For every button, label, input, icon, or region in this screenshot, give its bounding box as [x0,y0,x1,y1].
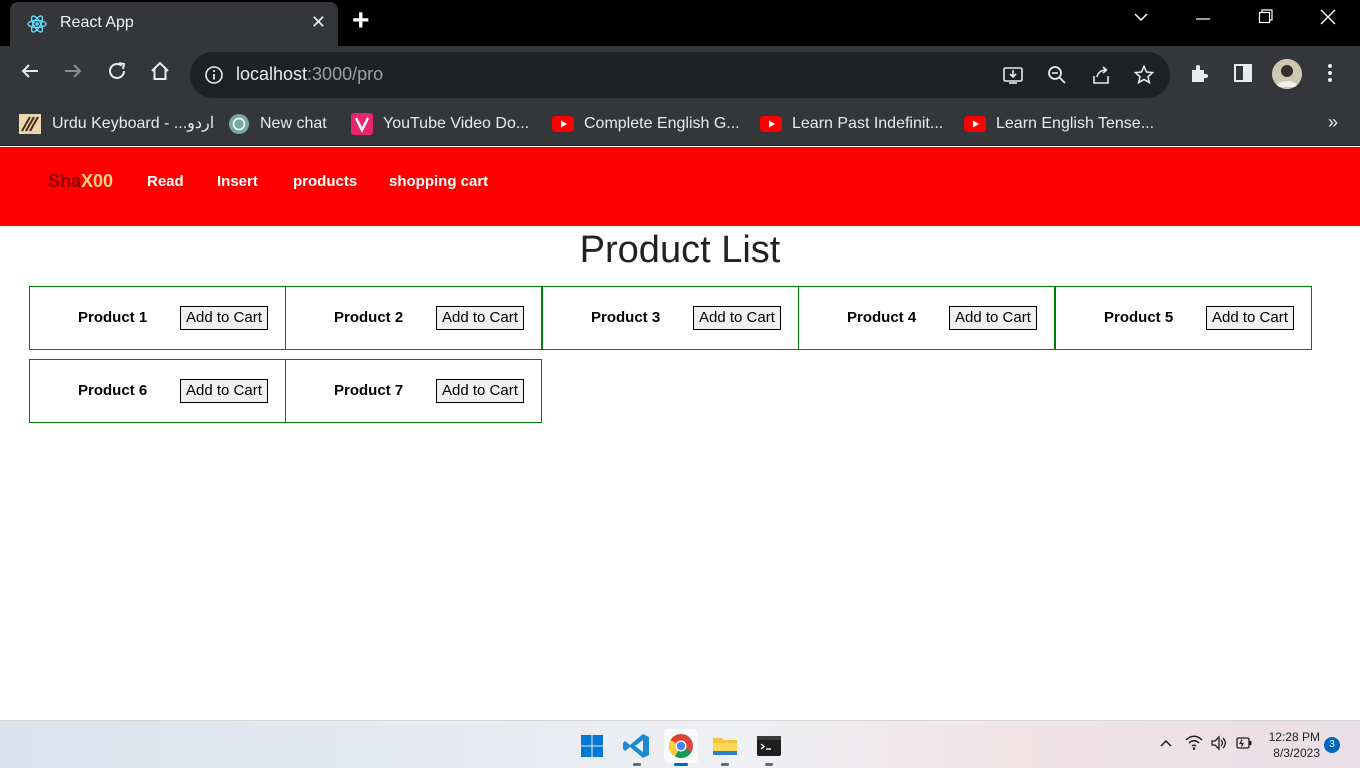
youtube-icon [964,115,986,132]
taskbar-file-explorer[interactable] [708,729,742,766]
terminal-icon [757,736,781,756]
brand-logo[interactable]: ShaX00 [48,171,113,192]
product-card: Product 4 Add to Cart [798,286,1055,350]
add-to-cart-button[interactable]: Add to Cart [949,306,1037,330]
browser-toolbar: localhost:3000/pro [0,46,1360,102]
product-card: Product 5 Add to Cart [1055,286,1312,350]
vscode-icon [623,734,649,758]
product-name: Product 4 [847,309,917,326]
side-panel-icon[interactable] [1231,62,1255,86]
product-name: Product 6 [78,382,148,399]
volume-icon[interactable] [1210,735,1228,755]
site-info-icon[interactable] [204,65,224,85]
tab-search-icon[interactable] [1132,8,1150,31]
folder-icon [713,738,737,755]
install-app-icon[interactable] [1002,64,1024,86]
running-indicator [721,763,729,766]
windows-taskbar: 12:28 PM 8/3/2023 3 [0,720,1360,768]
add-to-cart-button[interactable]: Add to Cart [180,379,268,403]
extensions-icon[interactable] [1187,62,1211,86]
product-card: Product 2 Add to Cart [285,286,542,350]
app-navbar: ShaX00 Read Insert products shopping car… [0,147,1360,226]
zoom-icon[interactable] [1046,64,1068,86]
add-to-cart-button[interactable]: Add to Cart [693,306,781,330]
product-name: Product 3 [591,309,661,326]
taskbar-vscode[interactable] [620,729,654,766]
system-clock[interactable]: 12:28 PM 8/3/2023 [1264,729,1320,761]
youtube-icon [760,115,782,132]
menu-kebab-icon[interactable] [1318,62,1342,86]
nav-link-read[interactable]: Read [147,173,184,190]
running-indicator [633,763,641,766]
product-card: Product 1 Add to Cart [29,286,286,350]
start-button[interactable] [575,729,609,763]
browser-titlebar: React App ✕ + [0,0,1360,46]
bookmark-item[interactable]: Learn Past Indefinit... [760,111,943,137]
notification-badge[interactable]: 3 [1324,737,1340,753]
add-to-cart-button[interactable]: Add to Cart [1206,306,1294,330]
restore-icon[interactable] [1258,8,1274,31]
profile-avatar[interactable] [1272,59,1302,89]
youtube-icon [552,115,574,132]
product-name: Product 5 [1104,309,1174,326]
battery-icon[interactable] [1235,735,1253,755]
nav-link-products[interactable]: products [293,173,357,190]
chatgpt-icon [229,113,249,134]
add-to-cart-button[interactable]: Add to Cart [436,379,524,403]
minimize-icon[interactable] [1195,8,1211,31]
chrome-icon [668,734,693,759]
running-indicator [765,763,773,766]
forward-icon[interactable] [59,60,87,88]
bookmark-item[interactable]: Learn English Tense... [964,111,1154,137]
urdu-keyboard-icon [19,113,41,134]
windows-logo-icon [581,735,603,757]
add-to-cart-button[interactable]: Add to Cart [436,306,524,330]
bookmark-item[interactable]: Complete English G... [552,111,740,137]
home-icon[interactable] [146,60,174,88]
new-tab-icon[interactable]: + [352,6,370,36]
bookmarks-overflow-icon[interactable]: » [1328,112,1338,133]
product-card: Product 6 Add to Cart [29,359,286,423]
react-icon [27,15,47,33]
page-title: Product List [579,229,781,271]
tab-title: React App [60,14,134,31]
bookmarks-bar: Urdu Keyboard - ...اردو New chat YouTube… [0,102,1360,146]
chevron-up-icon[interactable] [1158,735,1174,755]
nav-link-shopping-cart[interactable]: shopping cart [389,173,488,190]
back-icon[interactable] [16,60,44,88]
active-indicator [674,763,688,766]
wifi-icon[interactable] [1185,735,1203,755]
bookmark-item[interactable]: YouTube Video Do... [351,111,529,137]
product-card: Product 7 Add to Cart [285,359,542,423]
product-name: Product 2 [334,309,404,326]
browser-tab[interactable]: React App ✕ [10,2,338,46]
bookmark-star-icon[interactable] [1133,64,1155,86]
reload-icon[interactable] [103,60,131,88]
url-text: localhost:3000/pro [236,64,384,84]
product-name: Product 7 [334,382,404,399]
add-to-cart-button[interactable]: Add to Cart [180,306,268,330]
product-card: Product 3 Add to Cart [542,286,799,350]
video-downloader-icon [351,112,373,135]
close-window-icon[interactable] [1320,8,1336,31]
bookmark-item[interactable]: New chat [228,111,327,137]
nav-link-insert[interactable]: Insert [217,173,258,190]
taskbar-terminal[interactable] [752,729,786,766]
product-name: Product 1 [78,309,148,326]
close-tab-icon[interactable]: ✕ [311,12,326,33]
share-icon[interactable] [1090,64,1112,86]
bookmark-item[interactable]: Urdu Keyboard - ...اردو [18,111,214,137]
address-bar[interactable]: localhost:3000/pro [190,52,1170,98]
taskbar-chrome[interactable] [664,729,698,766]
